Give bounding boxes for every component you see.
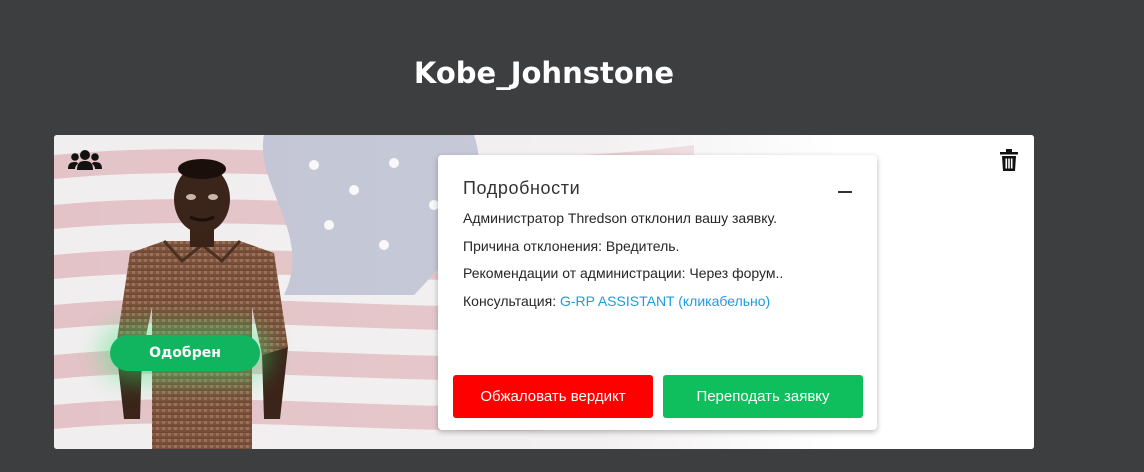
page-title: Kobe_Johnstone: [413, 56, 675, 90]
status-badge: Одобрен: [110, 335, 260, 371]
group-icon: [68, 150, 102, 170]
resubmit-application-button[interactable]: Переподать заявку: [663, 375, 863, 418]
consultation-row: Консультация: G-RP ASSISTANT (кликабельн…: [463, 293, 770, 309]
trash-icon[interactable]: [1000, 149, 1018, 171]
consultation-label: Консультация:: [463, 293, 560, 309]
details-title: Подробности: [463, 178, 581, 198]
admin-recommendation-text: Рекомендации от администрации: Через фор…: [463, 265, 784, 281]
admin-decision-text: Администратор Thredson отклонил вашу зая…: [463, 210, 778, 226]
appeal-verdict-button[interactable]: Обжаловать вердикт: [453, 375, 653, 418]
avatar: [116, 159, 288, 449]
collapse-button[interactable]: [831, 181, 859, 203]
rejection-reason-text: Причина отклонения: Вредитель.: [463, 238, 680, 254]
minus-icon: [838, 191, 852, 193]
details-panel: Подробности Администратор Thredson откло…: [438, 155, 877, 430]
consultation-link[interactable]: G-RP ASSISTANT (кликабельно): [560, 293, 770, 309]
